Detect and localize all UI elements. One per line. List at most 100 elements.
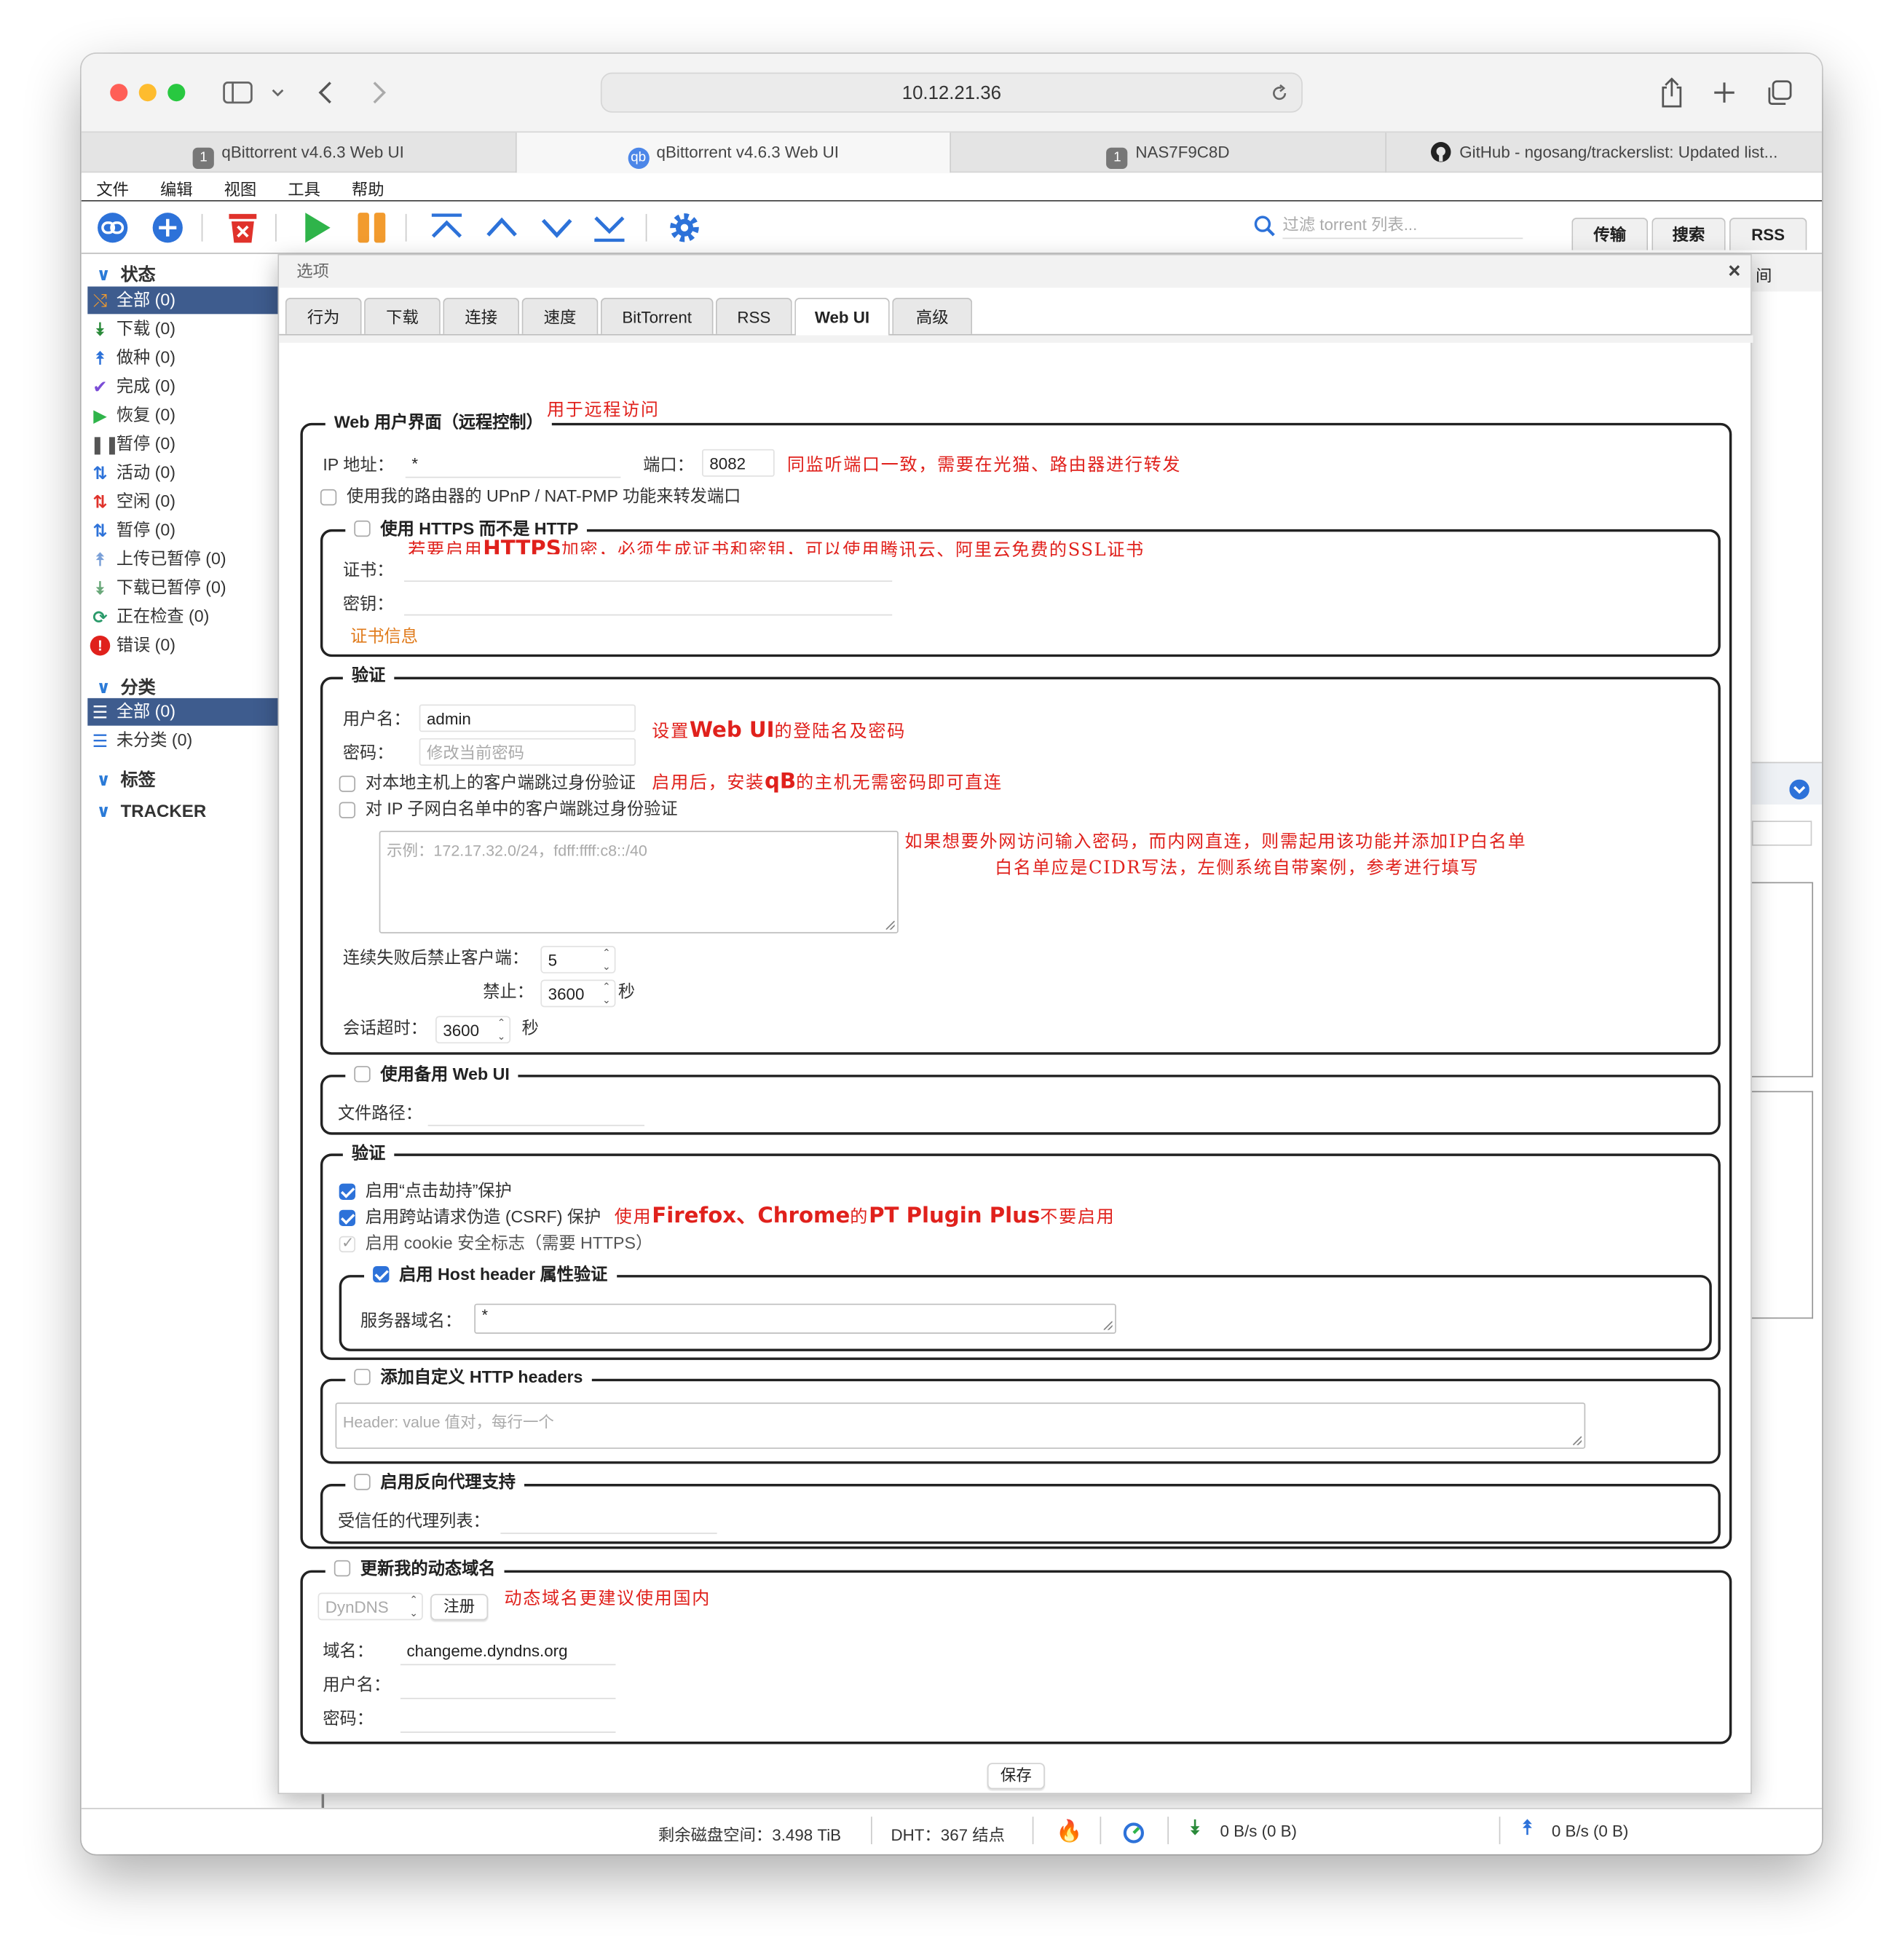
save-button[interactable]: 保存 [987, 1763, 1045, 1790]
sidebar-category-all[interactable]: ☰ 全部 (0) [87, 698, 278, 726]
tab-behavior[interactable]: 行为 [285, 297, 362, 334]
pause-icon[interactable] [354, 211, 389, 244]
sidebar-toggle-icon[interactable] [223, 82, 253, 104]
tab-search[interactable]: 搜索 [1652, 218, 1726, 250]
clickjacking-checkbox[interactable] [339, 1183, 356, 1200]
sidebar-status-paused[interactable]: ❚❚ 暂停 (0) [87, 430, 277, 458]
menu-help[interactable]: 帮助 [352, 176, 384, 200]
share-icon[interactable] [1658, 76, 1686, 109]
tracker-header[interactable]: ∨ TRACKER [96, 801, 206, 822]
sidebar-status-all[interactable]: ⤭ 全部 (0) [87, 286, 278, 315]
tab-transfer[interactable]: 传输 [1571, 218, 1649, 250]
tags-header[interactable]: ∨ 标签 [96, 767, 155, 791]
host-header-checkbox[interactable] [373, 1266, 390, 1283]
key-input[interactable] [404, 588, 893, 616]
sidebar-status-resumed[interactable]: ▶ 恢复 (0) [87, 402, 277, 430]
queue-top-icon[interactable] [429, 211, 464, 244]
ddns-domain-input[interactable]: changeme.dyndns.org [400, 1637, 616, 1666]
browser-tab-4[interactable]: GitHub - ngosang/trackerslist: Updated l… [1386, 133, 1822, 173]
ban-duration-stepper[interactable]: 3600 [540, 979, 616, 1008]
browser-tab-3[interactable]: 1 NAS7F9C8D [951, 133, 1387, 173]
tab-webui[interactable]: Web UI [794, 297, 890, 337]
tab-rss[interactable]: RSS [715, 297, 792, 334]
add-torrent-icon[interactable] [150, 211, 185, 244]
queue-down-icon[interactable] [540, 211, 575, 244]
ddns-service-select[interactable]: DynDNS [317, 1592, 423, 1621]
splitter-handle[interactable] [321, 1794, 325, 1809]
tab-downloads[interactable]: 下载 [364, 297, 441, 334]
upnp-checkbox[interactable] [320, 489, 337, 506]
bypass-subnet-checkbox[interactable] [339, 802, 356, 818]
alt-webui-path-input[interactable] [427, 1098, 644, 1126]
sidebar-status-inactive[interactable]: ⇅ 空闲 (0) [87, 488, 277, 515]
chevron-down-icon[interactable] [1789, 779, 1810, 800]
back-icon[interactable] [317, 79, 334, 106]
sidebar-status-stalled[interactable]: ⇅ 暂停 (0) [87, 517, 277, 545]
ddns-password-input[interactable] [400, 1705, 616, 1734]
tab-rss[interactable]: RSS [1729, 218, 1807, 250]
sidebar-status-errored[interactable]: ! 错误 (0) [87, 632, 277, 660]
zoom-window-button[interactable] [167, 84, 186, 102]
status-header[interactable]: ∨ 状态 [96, 261, 155, 286]
tab-advanced[interactable]: 高级 [892, 297, 973, 334]
port-input[interactable]: 8082 [702, 448, 775, 477]
close-icon[interactable]: × [1728, 256, 1740, 288]
ban-after-stepper[interactable]: 5 [540, 946, 616, 973]
ddns-register-button[interactable]: 注册 [430, 1594, 489, 1621]
trusted-proxies-input[interactable] [500, 1506, 717, 1534]
session-timeout-stepper[interactable]: 3600 [435, 1016, 511, 1044]
close-window-button[interactable] [110, 84, 128, 102]
custom-headers-checkbox[interactable] [354, 1368, 371, 1386]
start-icon[interactable] [299, 211, 334, 244]
sidebar-status-downloading[interactable]: ⯯ 下载 (0) [87, 315, 277, 343]
server-domains-input[interactable]: * [474, 1303, 1116, 1334]
https-checkbox[interactable] [354, 520, 371, 537]
cert-input[interactable] [404, 554, 893, 582]
alt-webui-checkbox[interactable] [354, 1066, 371, 1083]
password-input[interactable]: 修改当前密码 [419, 738, 636, 766]
menu-tools[interactable]: 工具 [288, 176, 320, 200]
custom-headers-textarea[interactable]: Header: value 值对，每行一个 [335, 1402, 1586, 1449]
queue-bottom-icon[interactable] [592, 211, 627, 244]
bypass-local-checkbox[interactable] [339, 775, 356, 792]
delete-icon[interactable] [225, 211, 260, 244]
tab-speed[interactable]: 速度 [521, 297, 599, 334]
menu-edit[interactable]: 编辑 [160, 176, 193, 200]
sidebar-status-checking[interactable]: ⟳ 正在检查 (0) [87, 603, 277, 631]
cookie-secure-checkbox[interactable] [339, 1233, 356, 1253]
username-input[interactable]: admin [419, 704, 636, 732]
sidebar-category-uncategorized[interactable]: ☰ 未分类 (0) [87, 727, 277, 754]
gear-icon[interactable] [667, 211, 702, 244]
browser-tab-2[interactable]: qb qBittorrent v4.6.3 Web UI [516, 133, 951, 173]
torrent-filter-input[interactable]: 过滤 torrent 列表... [1282, 211, 1523, 240]
menu-file[interactable]: 文件 [96, 176, 129, 200]
reload-icon[interactable] [1270, 84, 1289, 103]
firewall-icon[interactable]: 🔥 [1056, 1819, 1082, 1844]
minimize-window-button[interactable] [138, 84, 157, 102]
csrf-checkbox[interactable] [339, 1209, 356, 1227]
reverse-proxy-checkbox[interactable] [354, 1474, 371, 1490]
chevron-down-icon[interactable] [270, 87, 285, 99]
sidebar-status-stalled-downloading[interactable]: ⯯ 下载已暂停 (0) [87, 574, 277, 602]
ddns-username-input[interactable] [400, 1671, 616, 1699]
category-header[interactable]: ∨ 分类 [96, 674, 155, 699]
subnet-whitelist-textarea[interactable]: 示例：172.17.32.0/24，fdff:ffff:c8::/40 [379, 831, 899, 933]
cert-info-link[interactable]: 证书信息 [350, 625, 418, 648]
tab-connection[interactable]: 连接 [443, 297, 520, 334]
tab-bittorrent[interactable]: BitTorrent [600, 297, 714, 334]
new-tab-icon[interactable] [1712, 80, 1737, 105]
sidebar-status-stalled-uploading[interactable]: ⯭ 上传已暂停 (0) [87, 545, 277, 573]
ip-input[interactable]: * [405, 450, 621, 478]
sidebar-status-completed[interactable]: ✔ 完成 (0) [87, 373, 277, 400]
forward-icon[interactable] [371, 79, 388, 106]
tab-overview-icon[interactable] [1766, 79, 1794, 106]
speed-limit-icon[interactable] [1122, 1822, 1145, 1844]
menu-view[interactable]: 视图 [224, 176, 257, 200]
add-link-icon[interactable] [95, 211, 130, 244]
browser-tab-1[interactable]: 1 qBittorrent v4.6.3 Web UI [82, 133, 517, 173]
queue-up-icon[interactable] [484, 211, 519, 244]
sidebar-status-seeding[interactable]: ⯭ 做种 (0) [87, 344, 277, 372]
sidebar-status-active[interactable]: ⇅ 活动 (0) [87, 459, 277, 487]
address-bar[interactable]: 10.12.21.36 [600, 72, 1303, 113]
ddns-checkbox[interactable] [334, 1560, 351, 1577]
